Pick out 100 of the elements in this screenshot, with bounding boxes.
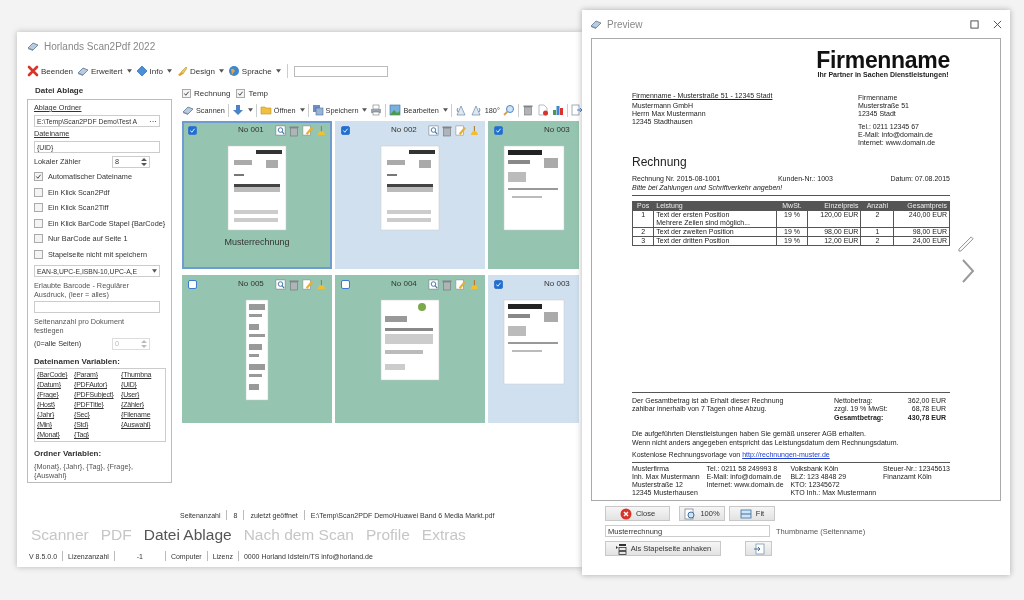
page-number: No 005	[238, 279, 264, 288]
caret-icon	[126, 69, 132, 73]
section-heading: Ordner Variablen:	[34, 449, 103, 458]
zoom-icon[interactable]	[502, 104, 515, 116]
chart-icon[interactable]	[551, 104, 564, 116]
page-number: No 003	[544, 279, 570, 288]
toolbar-button[interactable]	[231, 104, 253, 116]
close-icon[interactable]	[993, 19, 1002, 29]
checkbox-label: Rechnung	[194, 88, 231, 98]
browse-button[interactable]: ···	[149, 116, 157, 126]
zoom-icon[interactable]	[275, 278, 286, 291]
page-delete-icon[interactable]	[536, 104, 549, 116]
import-icon	[752, 542, 765, 555]
spin-arrows-icon[interactable]	[141, 156, 147, 167]
page-number: No 001	[238, 125, 264, 134]
caret-icon	[442, 108, 448, 112]
caret-icon	[166, 69, 172, 73]
note-icon[interactable]	[455, 124, 466, 137]
window-title: Horlands Scan2Pdf 2022	[44, 40, 156, 52]
caret-icon	[247, 108, 253, 112]
scanner-icon	[77, 65, 90, 77]
trash-icon[interactable]	[288, 124, 300, 137]
checkbox[interactable]	[34, 187, 43, 197]
next-page-icon[interactable]	[960, 258, 976, 284]
zoom-icon[interactable]	[428, 124, 439, 137]
broom-icon[interactable]	[315, 124, 326, 137]
caret-icon	[275, 69, 281, 73]
maximize-icon[interactable]	[970, 19, 979, 29]
globe-icon	[227, 65, 240, 77]
export-icon[interactable]	[570, 104, 582, 116]
page-number: No 004	[391, 279, 417, 288]
disks-icon	[311, 104, 324, 116]
checkbox[interactable]	[494, 126, 503, 135]
page-thumbnail[interactable]: No 003	[488, 275, 579, 423]
broom-icon[interactable]	[468, 124, 479, 137]
broom-icon[interactable]	[315, 278, 326, 291]
scanner-icon	[182, 104, 194, 116]
app-icon	[590, 18, 602, 30]
page-thumbnail[interactable]: No 005	[182, 275, 332, 423]
page-number: No 002	[391, 125, 417, 134]
checkbox[interactable]	[182, 88, 191, 98]
checkbox-label: Temp	[248, 88, 269, 98]
menu-button[interactable]: Beenden	[27, 65, 74, 77]
caret-icon	[362, 108, 368, 112]
note-icon[interactable]	[302, 124, 313, 137]
page-thumbnail[interactable]: No 004	[335, 275, 485, 423]
arrow-down-icon	[231, 104, 244, 116]
checkbox[interactable]	[494, 280, 503, 289]
page-thumbnail[interactable]: No 003	[488, 121, 579, 269]
picture-icon	[389, 104, 402, 116]
fit-width-icon	[739, 507, 752, 520]
search-field[interactable]	[293, 65, 388, 77]
diamond-icon	[135, 65, 148, 77]
page-zoom-icon	[684, 507, 697, 520]
zoom-icon[interactable]	[428, 278, 439, 291]
checkbox[interactable]	[34, 249, 43, 259]
caret-icon	[152, 269, 157, 273]
input-field[interactable]	[34, 301, 160, 313]
tab[interactable]: Datei Ablage	[143, 526, 232, 544]
company-name: Firmenname	[816, 49, 950, 72]
document-title: Rechnung	[632, 155, 688, 169]
note-icon[interactable]	[302, 278, 313, 291]
section-heading: Dateinamen Variablen:	[34, 357, 121, 366]
caret-icon	[299, 108, 305, 112]
caret-icon	[218, 69, 224, 73]
checkbox[interactable]	[188, 126, 197, 135]
window-title: Preview	[607, 18, 643, 30]
checkbox[interactable]	[188, 280, 197, 289]
rotate-right-icon[interactable]	[469, 104, 482, 116]
import-button[interactable]	[745, 541, 772, 556]
trash-icon[interactable]	[288, 278, 300, 291]
menu-button[interactable]: Sprache	[227, 65, 281, 77]
folder-icon	[259, 104, 272, 116]
checkbox[interactable]	[34, 218, 43, 228]
close-icon	[619, 507, 632, 520]
broom-icon[interactable]	[468, 278, 479, 291]
checkbox[interactable]	[236, 88, 246, 98]
menu-button[interactable]: Erweitert	[77, 65, 132, 77]
note-icon[interactable]	[455, 278, 466, 291]
checkbox[interactable]	[34, 234, 43, 244]
zoom-icon[interactable]	[275, 124, 286, 137]
page-thumbnail[interactable]: No 002	[335, 121, 485, 269]
trash-icon[interactable]	[441, 124, 453, 137]
close-icon	[27, 65, 39, 77]
page-thumbnail[interactable]: No 001 Musterrechnung	[182, 121, 332, 269]
trash-icon[interactable]	[441, 278, 453, 291]
trash-icon[interactable]	[521, 104, 534, 116]
menu-button[interactable]: Info	[135, 65, 172, 77]
section-title: Datei Ablage	[34, 86, 85, 97]
checkbox[interactable]	[34, 172, 43, 182]
pen-icon	[958, 235, 975, 252]
menu-button[interactable]: Design	[175, 65, 224, 77]
rotate-left-icon[interactable]	[454, 104, 467, 116]
app-icon	[27, 40, 39, 52]
checkbox[interactable]	[341, 280, 350, 289]
checkbox[interactable]	[341, 126, 350, 135]
printer-icon[interactable]	[370, 104, 383, 116]
thumbnail-caption: Musterrechnung	[224, 237, 290, 247]
checkbox[interactable]	[34, 203, 43, 213]
page-number: No 003	[544, 125, 570, 134]
